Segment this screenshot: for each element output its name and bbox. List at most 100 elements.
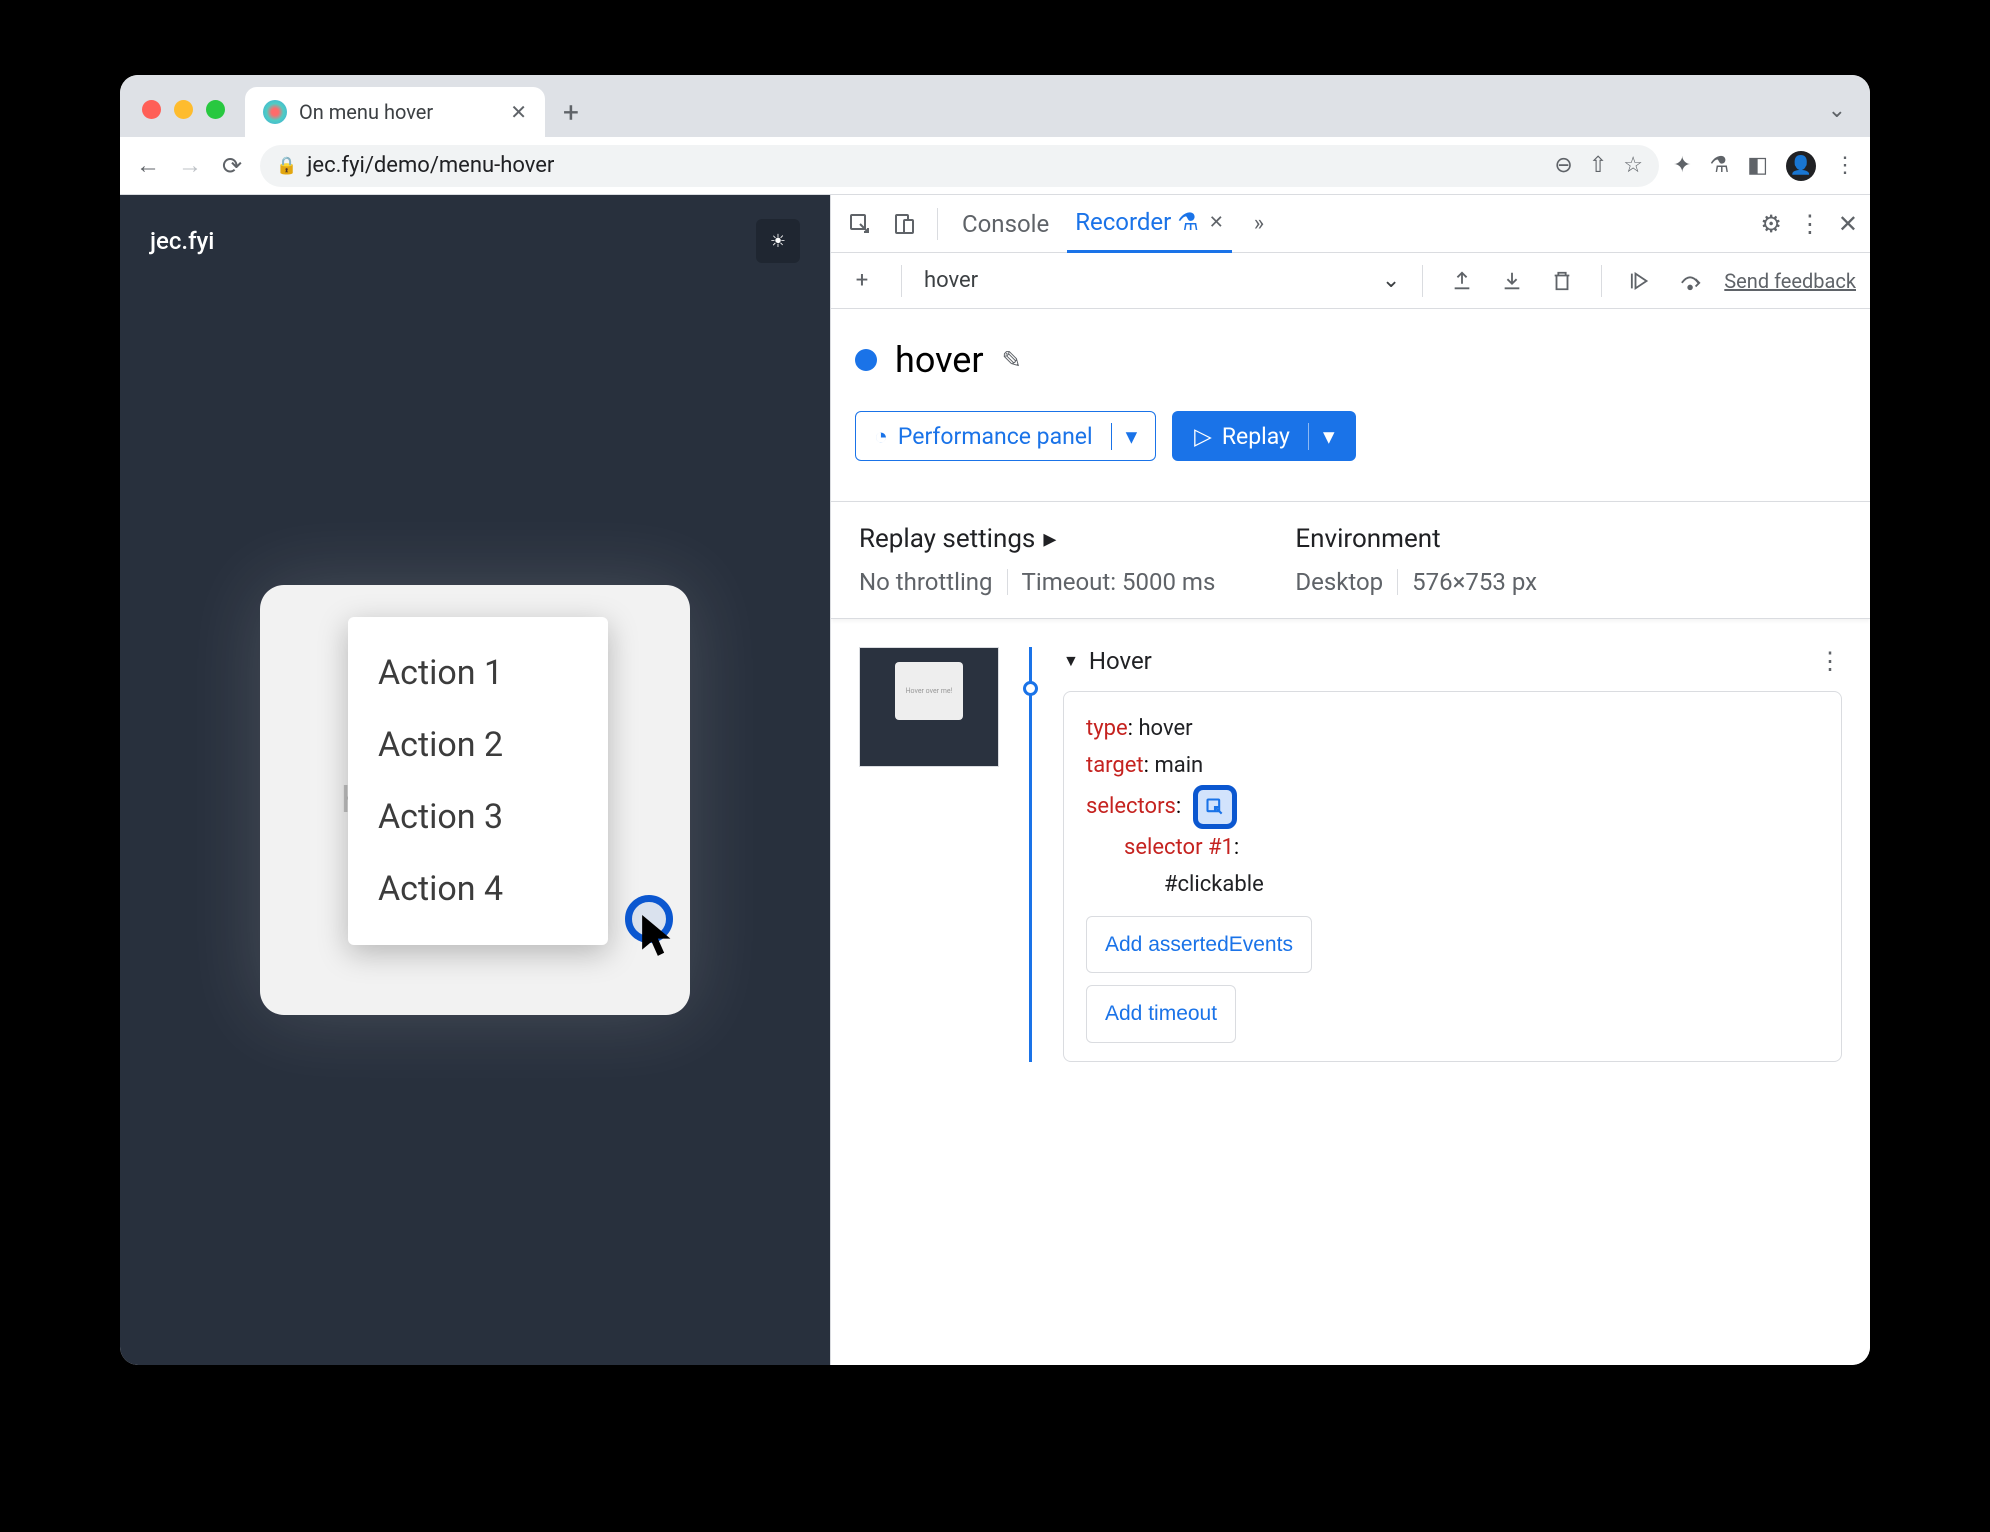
replay-settings-header[interactable]: Replay settings ▸ <box>859 524 1215 554</box>
step-over-icon[interactable] <box>1674 264 1708 298</box>
replay-button[interactable]: ▷ Replay ▾ <box>1172 411 1356 461</box>
device-value: Desktop <box>1295 568 1383 596</box>
lock-icon: 🔒 <box>276 156 297 176</box>
flow-dropdown-icon[interactable]: ⌄ <box>1382 268 1400 293</box>
step-menu-icon[interactable]: ⋮ <box>1818 647 1842 675</box>
type-value: hover <box>1138 716 1192 741</box>
tabs-dropdown-button[interactable]: ⌄ <box>1828 98 1846 123</box>
settings-bar: Replay settings ▸ No throttling Timeout:… <box>831 501 1870 619</box>
close-tab-button[interactable]: ✕ <box>506 96 531 128</box>
edit-title-icon[interactable]: ✎ <box>1002 346 1022 374</box>
recorder-tab[interactable]: Recorder ⚗ ✕ <box>1067 195 1232 253</box>
devtools-panel: Console Recorder ⚗ ✕ » ⚙ ⋮ ✕ + hover <box>830 195 1870 1365</box>
url-text: jec.fyi/demo/menu-hover <box>307 153 554 178</box>
gauge-icon: ◔ <box>874 423 888 450</box>
throttling-value: No throttling <box>859 568 993 596</box>
close-recorder-tab[interactable]: ✕ <box>1209 212 1224 233</box>
theme-toggle-button[interactable]: ☀ <box>756 219 800 263</box>
close-window-button[interactable] <box>142 100 161 119</box>
timeline-rail <box>1029 647 1032 1062</box>
tab-strip: On menu hover ✕ + ⌄ <box>120 75 1870 137</box>
target-value: main <box>1154 753 1203 778</box>
labs-icon[interactable]: ⚗ <box>1709 153 1729 178</box>
minimize-window-button[interactable] <box>174 100 193 119</box>
recording-title-row: hover ✎ <box>855 339 1846 381</box>
device-toolbar-icon[interactable] <box>887 207 921 241</box>
selector-n-key: selector #1 <box>1124 835 1234 860</box>
caret-down-icon: ▼ <box>1063 651 1079 671</box>
kebab-menu-icon[interactable]: ⋮ <box>1798 210 1822 238</box>
bookmark-icon[interactable]: ☆ <box>1623 153 1643 178</box>
recorder-toolbar: + hover ⌄ <box>831 253 1870 309</box>
delete-icon[interactable] <box>1545 264 1579 298</box>
play-icon: ▷ <box>1194 423 1212 450</box>
hover-menu: Action 1 Action 2 Action 3 Action 4 <box>348 617 608 945</box>
flask-icon: ⚗ <box>1177 208 1199 236</box>
profile-avatar[interactable]: 👤 <box>1786 151 1816 181</box>
menu-item-2[interactable]: Action 2 <box>348 709 608 781</box>
caret-right-icon: ▸ <box>1043 524 1056 554</box>
viewport-value: 576×753 px <box>1412 568 1537 596</box>
recorder-body: hover ✎ ◔ Performance panel ▾ ▷ Replay ▾ <box>831 309 1870 1365</box>
import-icon[interactable] <box>1495 264 1529 298</box>
selector-value[interactable]: #clickable <box>1164 872 1264 897</box>
target-key: target <box>1086 753 1144 778</box>
step-header[interactable]: ▼ Hover ⋮ <box>1063 647 1842 675</box>
type-key: type <box>1086 716 1128 741</box>
send-feedback-link[interactable]: Send feedback <box>1724 269 1856 293</box>
flow-selector[interactable]: hover <box>924 268 1372 293</box>
step-thumbnail[interactable]: Hover over me! <box>859 647 999 767</box>
pick-selector-button[interactable] <box>1193 785 1237 829</box>
back-button[interactable]: ← <box>134 152 162 180</box>
step-details-card: type: hover target: main selectors: sele… <box>1063 691 1842 1062</box>
console-tab[interactable]: Console <box>954 196 1057 252</box>
demo-page: jec.fyi ☀ H e! Action 1 Action 2 Action … <box>120 195 830 1365</box>
selectors-key: selectors <box>1086 794 1176 819</box>
step-name: Hover <box>1089 647 1152 675</box>
recording-title: hover <box>895 339 984 381</box>
devtools-tabstrip: Console Recorder ⚗ ✕ » ⚙ ⋮ ✕ <box>831 195 1870 253</box>
inspect-element-icon[interactable] <box>843 207 877 241</box>
browser-tab[interactable]: On menu hover ✕ <box>245 87 545 137</box>
settings-icon[interactable]: ⚙ <box>1760 210 1782 238</box>
favicon-icon <box>263 100 287 124</box>
window-controls <box>136 100 235 137</box>
zoom-icon[interactable]: ⊖ <box>1554 153 1572 178</box>
new-recording-button[interactable]: + <box>845 264 879 298</box>
sidepanel-icon[interactable]: ◧ <box>1747 153 1768 178</box>
replay-label: Replay <box>1222 423 1290 450</box>
timeline: Hover over me! ▼ Hover ⋮ type: hover tar… <box>855 647 1846 1062</box>
recording-status-dot <box>855 349 877 371</box>
menu-item-4[interactable]: Action 4 <box>348 853 608 925</box>
content-area: jec.fyi ☀ H e! Action 1 Action 2 Action … <box>120 195 1870 1365</box>
recorder-tab-label: Recorder <box>1075 208 1171 236</box>
menu-item-1[interactable]: Action 1 <box>348 637 608 709</box>
perf-split-arrow[interactable]: ▾ <box>1111 423 1138 450</box>
tab-title: On menu hover <box>299 100 494 124</box>
export-icon[interactable] <box>1445 264 1479 298</box>
close-devtools-icon[interactable]: ✕ <box>1838 210 1858 238</box>
thumb-preview: Hover over me! <box>895 662 963 720</box>
step-play-icon[interactable] <box>1624 264 1658 298</box>
new-tab-button[interactable]: + <box>545 96 597 137</box>
add-timeout-button[interactable]: Add timeout <box>1086 985 1236 1043</box>
address-toolbar: ← → ⟳ 🔒 jec.fyi/demo/menu-hover ⊖ ⇧ ☆ ✦ … <box>120 137 1870 195</box>
replay-split-arrow[interactable]: ▾ <box>1308 423 1335 450</box>
forward-button[interactable]: → <box>176 152 204 180</box>
menu-item-3[interactable]: Action 3 <box>348 781 608 853</box>
performance-panel-button[interactable]: ◔ Performance panel ▾ <box>855 411 1156 461</box>
timeline-node[interactable] <box>1023 681 1038 696</box>
performance-panel-label: Performance panel <box>898 423 1093 450</box>
site-brand[interactable]: jec.fyi <box>150 227 214 255</box>
extensions-icon[interactable]: ✦ <box>1673 153 1691 178</box>
timeout-value: Timeout: 5000 ms <box>1022 568 1216 596</box>
reload-button[interactable]: ⟳ <box>218 152 246 180</box>
share-icon[interactable]: ⇧ <box>1589 153 1607 178</box>
menu-icon[interactable]: ⋮ <box>1834 153 1856 178</box>
add-asserted-events-button[interactable]: Add assertedEvents <box>1086 916 1312 974</box>
more-tabs-icon[interactable]: » <box>1242 207 1276 241</box>
maximize-window-button[interactable] <box>206 100 225 119</box>
address-bar[interactable]: 🔒 jec.fyi/demo/menu-hover ⊖ ⇧ ☆ <box>260 145 1659 187</box>
browser-window: On menu hover ✕ + ⌄ ← → ⟳ 🔒 jec.fyi/demo… <box>120 75 1870 1365</box>
environment-header: Environment <box>1295 524 1537 554</box>
